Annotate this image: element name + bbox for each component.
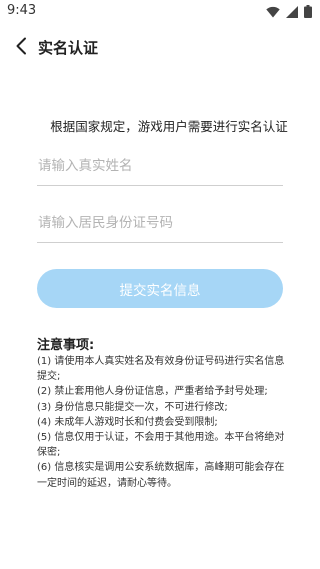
name-input[interactable] [37, 146, 283, 185]
submit-button[interactable]: 提交实名信息 [37, 269, 283, 308]
list-item: (2) 禁止套用他人身份证信息，严重者给予封号处理; [37, 386, 268, 398]
wifi-icon [266, 3, 280, 22]
notes-title: 注意事项: [37, 338, 95, 353]
id-number-field [37, 203, 283, 243]
id-number-input[interactable] [37, 203, 283, 242]
list-item: (6) 信息核实是调用公安系统数据库，高峰期可能会存在一定时间的延迟，请耐心等待… [37, 462, 285, 489]
verification-form: 根据国家规定，游戏用户需要进行实名认证 提交实名信息 注意事项: (1) 请使用… [0, 72, 320, 569]
list-item: (1) 请使用本人真实姓名及有效身份证号码进行实名信息提交; [37, 356, 285, 383]
notes-list: (1) 请使用本人真实姓名及有效身份证号码进行实名信息提交; (2) 禁止套用他… [37, 354, 287, 491]
battery-icon [304, 3, 312, 22]
page-title: 实名认证 [38, 39, 99, 57]
list-item: (4) 未成年人游戏时长和付费会受到限制; [37, 416, 218, 428]
chevron-left-icon [15, 37, 27, 59]
back-button[interactable] [6, 33, 36, 63]
name-field [37, 146, 283, 186]
status-bar: 9:43 [0, 0, 320, 24]
list-item: (3) 身份信息只能提交一次，不可进行修改; [37, 401, 228, 413]
signal-icon [286, 3, 298, 22]
notice-text: 根据国家规定，游戏用户需要进行实名认证 [50, 119, 288, 134]
status-time: 9:43 [7, 3, 37, 18]
status-icons [266, 3, 312, 22]
list-item: (5) 信息仅用于认证，不会用于其他用途。本平台将绝对保密; [37, 432, 285, 459]
nav-bar: 实名认证 [0, 24, 320, 72]
